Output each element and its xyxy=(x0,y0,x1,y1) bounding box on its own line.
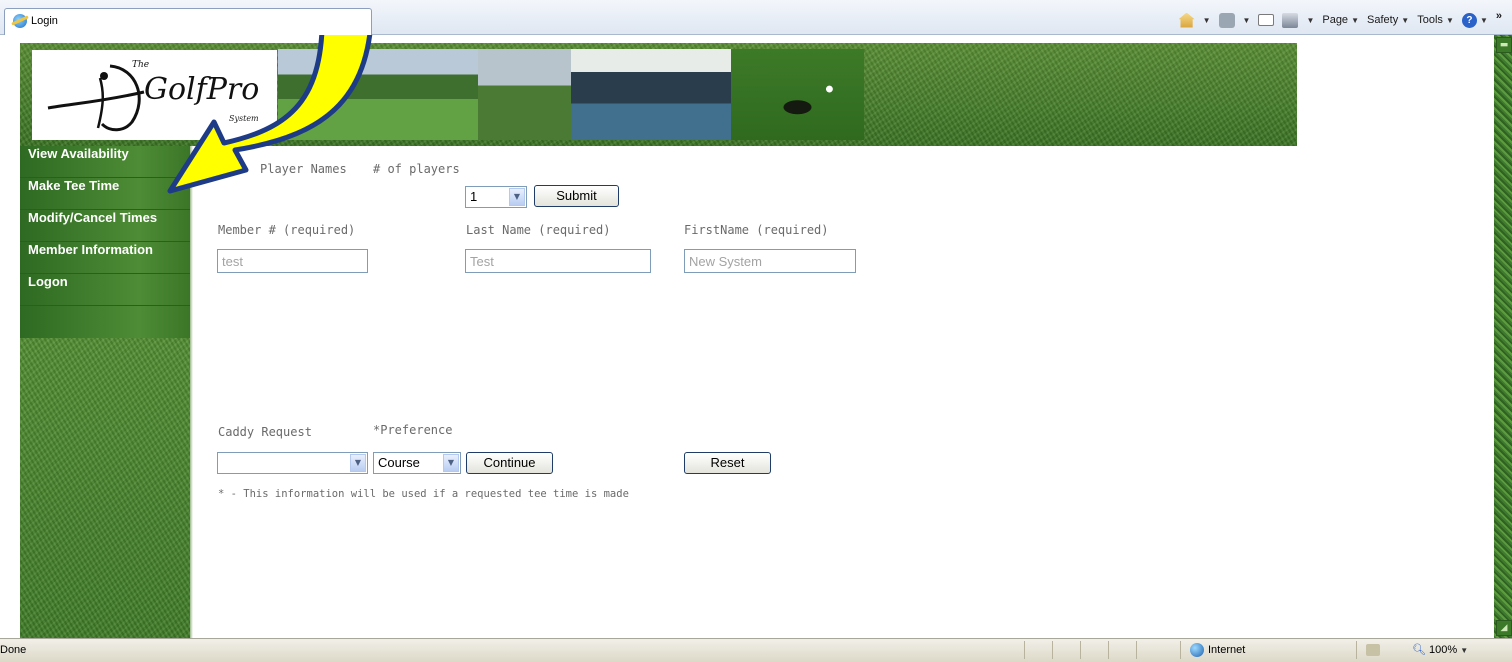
golfpro-logo: The GolfPro System xyxy=(32,50,277,140)
num-players-label: # of players xyxy=(373,162,460,176)
chevron-down-icon: ▼ xyxy=(1401,16,1410,25)
submit-button[interactable]: Submit xyxy=(534,185,619,207)
page-menu-label: Page xyxy=(1322,14,1349,26)
tab-title: Login xyxy=(31,15,58,27)
chevron-down-icon[interactable]: ▼ xyxy=(509,188,525,206)
preference-value: Course xyxy=(378,455,420,470)
print-dropdown-icon[interactable]: ▼ xyxy=(1306,16,1314,25)
safety-menu[interactable]: Safety ▼ xyxy=(1367,14,1409,26)
preference-footnote: * - This information will be used if a r… xyxy=(218,488,629,500)
scroll-up-icon[interactable]: ▬ xyxy=(1496,37,1512,53)
driving-range-photo xyxy=(571,49,731,140)
browser-tab[interactable]: Login xyxy=(4,8,372,35)
nav-item-member-information[interactable]: Member Information xyxy=(20,242,190,274)
internet-explorer-icon xyxy=(13,14,27,28)
last-name-input[interactable]: Test xyxy=(465,249,651,273)
chevron-down-icon: ▼ xyxy=(1479,15,1488,25)
security-zone[interactable]: Internet xyxy=(1190,643,1245,657)
ball-and-hole-photo xyxy=(731,49,864,140)
status-bar: Done Internet 🔍︎ 100% ▼ xyxy=(0,638,1512,662)
sidebar-divider xyxy=(190,146,193,638)
status-divider xyxy=(1180,641,1181,659)
status-divider xyxy=(1108,641,1109,659)
nav-menu: View Availability Make Tee Time Modify/C… xyxy=(20,146,190,338)
player-names-label: Player Names xyxy=(260,162,347,176)
tools-menu-label: Tools xyxy=(1417,14,1443,26)
print-icon[interactable] xyxy=(1282,12,1299,28)
status-divider xyxy=(1356,641,1357,659)
member-number-label: Member # (required) xyxy=(218,223,356,237)
chevron-down-icon: ▼ xyxy=(1445,16,1454,25)
tools-menu[interactable]: Tools ▼ xyxy=(1417,14,1454,26)
num-players-select[interactable]: 1 ▼ xyxy=(465,186,527,208)
vertical-scrollbar[interactable]: ▬ ◢ xyxy=(1494,35,1512,638)
protected-mode-icon[interactable] xyxy=(1366,644,1380,656)
reset-button[interactable]: Reset xyxy=(684,452,771,474)
zoom-value: 100% xyxy=(1429,644,1458,656)
continue-button[interactable]: Continue xyxy=(466,452,553,474)
caddy-request-select[interactable]: ▼ xyxy=(217,452,368,474)
status-text: Done xyxy=(0,644,27,656)
page-viewport: The GolfPro System View Availability Mak… xyxy=(0,35,1494,638)
chevron-down-icon[interactable]: ▼ xyxy=(443,454,459,472)
page-menu[interactable]: Page ▼ xyxy=(1322,14,1359,26)
home-dropdown-icon[interactable]: ▼ xyxy=(1203,16,1211,25)
rss-feed-icon[interactable] xyxy=(1218,12,1235,28)
num-players-value: 1 xyxy=(470,189,478,204)
preference-label: *Preference xyxy=(373,423,453,437)
logo-system-text: System xyxy=(229,114,259,123)
preference-select[interactable]: Course ▼ xyxy=(373,452,461,474)
status-divider xyxy=(1080,641,1081,659)
golf-course-photo xyxy=(278,49,478,140)
mail-icon[interactable] xyxy=(1258,14,1275,26)
status-divider xyxy=(1136,641,1137,659)
chevron-down-icon[interactable]: ▼ xyxy=(350,454,366,472)
chevron-down-icon: ▼ xyxy=(1351,16,1360,25)
last-name-label: Last Name (required) xyxy=(466,223,611,237)
globe-icon xyxy=(1190,643,1204,657)
home-icon[interactable] xyxy=(1178,12,1195,28)
sidebar: View Availability Make Tee Time Modify/C… xyxy=(20,146,190,638)
safety-menu-label: Safety xyxy=(1367,14,1399,26)
help-icon: ? xyxy=(1461,12,1477,28)
feed-dropdown-icon[interactable]: ▼ xyxy=(1243,16,1251,25)
status-divider xyxy=(1052,641,1053,659)
chevron-down-icon: ▼ xyxy=(1460,646,1469,655)
nav-item-view-availability[interactable]: View Availability xyxy=(20,146,190,178)
member-number-input[interactable]: test xyxy=(217,249,368,273)
logo-name-text: GolfPro xyxy=(144,72,260,107)
nav-item-make-tee-time[interactable]: Make Tee Time xyxy=(20,178,190,210)
caddy-request-label: Caddy Request xyxy=(218,425,312,439)
first-name-input[interactable]: New System xyxy=(684,249,856,273)
help-menu[interactable]: ? ▼ xyxy=(1461,12,1488,28)
zoom-icon: 🔍︎ xyxy=(1412,644,1426,656)
nav-item-logon[interactable]: Logon xyxy=(20,274,190,306)
site-header-banner: The GolfPro System xyxy=(20,43,1297,146)
command-bar: ▼ ▼ ▼ Page ▼ Safety ▼ Tools ▼ ? ▼ » xyxy=(1178,10,1502,30)
logo-the-text: The xyxy=(132,60,150,70)
status-divider xyxy=(1024,641,1025,659)
nav-item-modify-cancel-times[interactable]: Modify/Cancel Times xyxy=(20,210,190,242)
flag-green-photo xyxy=(478,49,571,140)
overflow-chevron[interactable]: » xyxy=(1496,10,1502,22)
zoom-level[interactable]: 🔍︎ 100% ▼ xyxy=(1412,643,1468,656)
first-name-label: FirstName (required) xyxy=(684,223,829,237)
browser-tab-bar: Login ▼ ▼ ▼ Page ▼ Safety ▼ Tools ▼ ? ▼ … xyxy=(0,0,1512,35)
scroll-down-icon[interactable]: ◢ xyxy=(1496,620,1512,636)
security-zone-label: Internet xyxy=(1208,644,1246,656)
